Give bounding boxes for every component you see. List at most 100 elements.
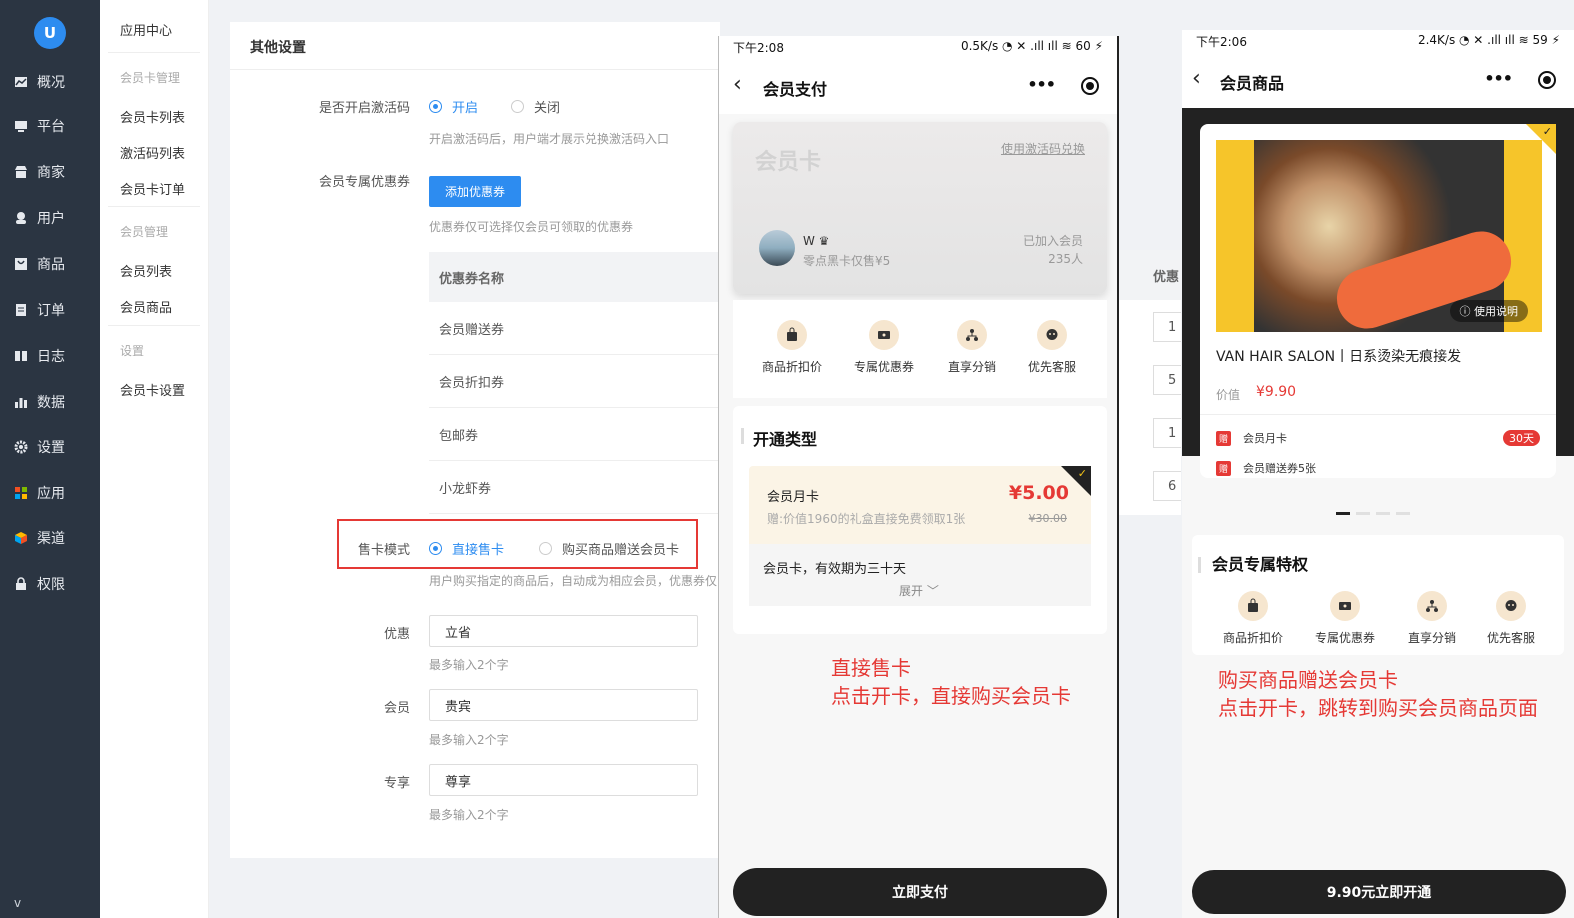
activation-label: 是否开启激活码 <box>318 101 410 116</box>
table-cell-input[interactable]: 5 <box>1153 365 1181 395</box>
back-icon[interactable]: ‹ <box>733 72 742 97</box>
nav-item-apps[interactable]: 应用 <box>0 473 100 513</box>
nav-item-permission[interactable]: 权限 <box>0 564 100 604</box>
sale-mode-gift-radio[interactable]: 购买商品赠送会员卡 <box>539 539 679 558</box>
status-icons: 0.5K/s ◔ ✕ .ıll ıll ≋ 60 ⚡ <box>960 39 1103 53</box>
perk-coupon: 专属优惠券 <box>1300 591 1390 646</box>
expand-toggle[interactable]: 展开 ﹀ <box>899 582 939 599</box>
nav-label: 渠道 <box>37 531 65 547</box>
table-cell-input[interactable]: 1 <box>1153 418 1181 448</box>
plan-desc-text: 会员卡，有效期为三十天 <box>763 562 907 577</box>
submenu-item-member-goods[interactable]: 会员商品 <box>120 297 172 316</box>
nav-item-data[interactable]: 数据 <box>0 382 100 422</box>
chart-card-icon <box>14 75 28 89</box>
panel-title: 其他设置 <box>250 40 306 56</box>
back-icon[interactable]: ‹ <box>1192 66 1201 91</box>
coupon-label: 会员专属优惠券 <box>318 175 410 190</box>
nav-item-log[interactable]: 日志 <box>0 336 100 376</box>
perk-label: 商品折扣价 <box>761 360 822 374</box>
carousel-dot[interactable] <box>1376 512 1390 515</box>
status-bar: 下午2:08 0.5K/s ◔ ✕ .ıll ıll ≋ 60 ⚡ <box>719 36 1117 58</box>
nav-item-platform[interactable]: 平台 <box>0 106 100 146</box>
sidebar-collapse-toggle[interactable]: v <box>14 896 21 910</box>
table-row: 小龙虾券 <box>429 461 720 514</box>
perk-discount: 商品折扣价 <box>747 320 837 375</box>
top-strip <box>209 0 1574 20</box>
activation-code-link[interactable]: 使用激活码兑换 <box>1001 140 1085 157</box>
open-now-button[interactable]: 9.90元立即开通 <box>1192 870 1566 914</box>
nav-label: 设置 <box>37 440 65 456</box>
more-icon[interactable]: ••• <box>1484 69 1513 88</box>
plan-description: 会员卡，有效期为三十天 展开 ﹀ <box>749 544 1091 606</box>
perk-label: 专属优惠券 <box>1314 631 1375 645</box>
submenu-group-label: 会员管理 <box>120 225 169 239</box>
avatar <box>759 230 795 266</box>
member-card-title: 会员卡 <box>755 150 822 175</box>
nav-item-merchant[interactable]: 商家 <box>0 152 100 192</box>
submenu-item-member-list[interactable]: 会员列表 <box>120 261 172 280</box>
submenu-item-card-list[interactable]: 会员卡列表 <box>120 107 185 126</box>
privileges-section: 会员专属特权 商品折扣价 专属优惠券 直享分销 优先客服 <box>1192 535 1564 655</box>
divider <box>230 69 720 70</box>
nav-item-user[interactable]: 用户 <box>0 198 100 238</box>
close-capsule-icon[interactable] <box>1081 77 1099 95</box>
nav-item-goods[interactable]: 商品 <box>0 244 100 284</box>
coupon-table-header: 优惠券名称 <box>429 252 720 302</box>
perk-discount: 商品折扣价 <box>1208 591 1298 646</box>
product-title: VAN HAIR SALON丨日系烫染无痕接发 <box>1216 349 1462 365</box>
plan-gift: 赠:价值1960的礼盒直接免费领取1张 <box>767 512 966 526</box>
nav-item-settings[interactable]: 设置 <box>0 427 100 467</box>
check-icon: ✓ <box>1542 125 1552 138</box>
nav-label: 权限 <box>37 577 65 593</box>
add-coupon-button[interactable]: 添加优惠券 <box>429 176 521 207</box>
member-word-input[interactable]: 贵宾 <box>429 689 698 721</box>
submenu-item-code-list[interactable]: 激活码列表 <box>120 143 185 162</box>
joined-label: 已加入会员 <box>1022 234 1083 248</box>
section-bar <box>1198 557 1201 573</box>
logo-icon[interactable]: U <box>34 17 66 49</box>
perks-row: 商品折扣价 专属优惠券 直享分销 优先客服 <box>733 300 1107 398</box>
check-icon: ✓ <box>1077 467 1087 480</box>
cube-icon <box>14 531 28 545</box>
submenu-title: 应用中心 <box>120 24 173 39</box>
more-icon[interactable]: ••• <box>1027 75 1056 94</box>
open-type-section: 开通类型 会员月卡 赠:价值1960的礼盒直接免费领取1张 ¥5.00 ¥30.… <box>733 406 1107 634</box>
table-cell-input[interactable]: 6 <box>1153 471 1181 501</box>
status-bar: 下午2:06 2.4K/s ◔ ✕ .ıll ıll ≋ 59 ⚡ <box>1182 30 1574 52</box>
discount-word-input[interactable]: 立省 <box>429 615 698 647</box>
plan-option-monthly[interactable]: 会员月卡 赠:价值1960的礼盒直接免费领取1张 ¥5.00 ¥30.00 ✓ <box>749 466 1091 544</box>
usage-info-button[interactable]: ⓘ 使用说明 <box>1449 300 1528 322</box>
perk-label: 优先客服 <box>1486 631 1535 645</box>
exclusive-word-input[interactable]: 尊享 <box>429 764 698 796</box>
nav-label: 概况 <box>37 75 65 91</box>
pay-now-button[interactable]: 立即支付 <box>733 868 1107 916</box>
nav-item-channel[interactable]: 渠道 <box>0 518 100 558</box>
nav-item-order[interactable]: 订单 <box>0 290 100 330</box>
nav-label: 用户 <box>37 211 65 227</box>
screen: U 概况 平台 商家 用户 商品 订单 日志 数据 设置 应用 渠道 权限 v … <box>0 0 1574 918</box>
divider <box>108 325 200 326</box>
carousel-dot[interactable] <box>1336 512 1350 515</box>
sale-mode-direct-radio[interactable]: 直接售卡 <box>429 539 504 558</box>
store-icon <box>14 165 28 179</box>
nav-item-overview[interactable]: 概况 <box>0 62 100 102</box>
activation-on-radio[interactable]: 开启 <box>429 97 478 116</box>
perk-label: 商品折扣价 <box>1222 631 1283 645</box>
hierarchy-icon <box>957 320 987 350</box>
main-sidebar: U 概况 平台 商家 用户 商品 订单 日志 数据 设置 应用 渠道 权限 v <box>0 0 100 918</box>
phone-screen-member-pay: 下午2:08 0.5K/s ◔ ✕ .ıll ıll ≋ 60 ⚡ ‹ 会员支付… <box>718 36 1119 918</box>
member-card: 会员卡 使用激活码兑换 W ♛ 零点黑卡仅售¥5 已加入会员 235人 <box>733 122 1107 294</box>
close-capsule-icon[interactable] <box>1538 71 1556 89</box>
divider <box>108 52 200 53</box>
ticket-icon <box>869 320 899 350</box>
carousel-dot[interactable] <box>1396 512 1410 515</box>
activation-off-radio[interactable]: 关闭 <box>511 97 560 116</box>
product-card[interactable]: ⓘ 使用说明 ✓ VAN HAIR SALON丨日系烫染无痕接发 价值 ¥9.9… <box>1200 124 1556 478</box>
field-label: 会员 <box>383 701 410 716</box>
table-cell-input[interactable]: 1 <box>1153 312 1181 342</box>
perk-label: 优先客服 <box>1027 360 1076 374</box>
carousel-dot[interactable] <box>1356 512 1370 515</box>
submenu-item-card-orders[interactable]: 会员卡订单 <box>120 179 185 198</box>
gift-tag: 赠 <box>1216 430 1231 446</box>
submenu-item-card-settings[interactable]: 会员卡设置 <box>120 380 185 399</box>
